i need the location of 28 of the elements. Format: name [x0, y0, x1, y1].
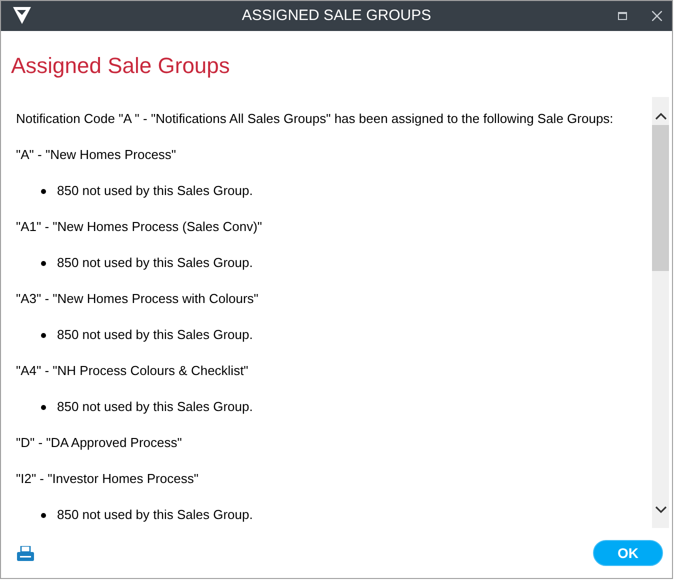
scroll-thumb[interactable] [652, 125, 669, 271]
bullet-icon [41, 513, 46, 518]
ok-button[interactable]: OK [593, 540, 663, 566]
bullet-icon [41, 261, 46, 266]
printer-icon[interactable] [17, 546, 34, 560]
maximize-icon[interactable] [618, 12, 627, 20]
scrollbar[interactable] [652, 97, 669, 528]
note-text: 850 not used by this Sales Group. [57, 507, 253, 522]
logo-icon [13, 7, 31, 24]
group-name: "A1" - "New Homes Process (Sales Conv)" [16, 219, 262, 234]
group-name: "I2" - "Investor Homes Process" [16, 471, 198, 486]
note-text: 850 not used by this Sales Group. [57, 255, 253, 270]
window-title: ASSIGNED SALE GROUPS [242, 6, 432, 26]
note-text: 850 not used by this Sales Group. [57, 183, 253, 198]
group-name: "A3" - "New Homes Process with Colours" [16, 291, 258, 306]
page-heading: Assigned Sale Groups [11, 53, 230, 78]
bullet-icon [41, 189, 46, 194]
group-name: "D" - "DA Approved Process" [16, 435, 182, 450]
group-name: "A4" - "NH Process Colours & Checklist" [16, 363, 248, 378]
bullet-icon [41, 333, 46, 338]
scroll-down-icon[interactable] [654, 506, 666, 514]
bullet-icon [41, 405, 46, 410]
note-text: 850 not used by this Sales Group. [57, 399, 253, 414]
close-icon[interactable] [652, 11, 662, 21]
intro-text: Notification Code "A " - "Notifications All Sales Groups" has been assigned to the following Sale Groups: [16, 111, 614, 126]
group-name: "A" - "New Homes Process" [16, 147, 176, 162]
scroll-up-icon[interactable] [654, 112, 666, 120]
note-text: 850 not used by this Sales Group. [57, 327, 253, 342]
